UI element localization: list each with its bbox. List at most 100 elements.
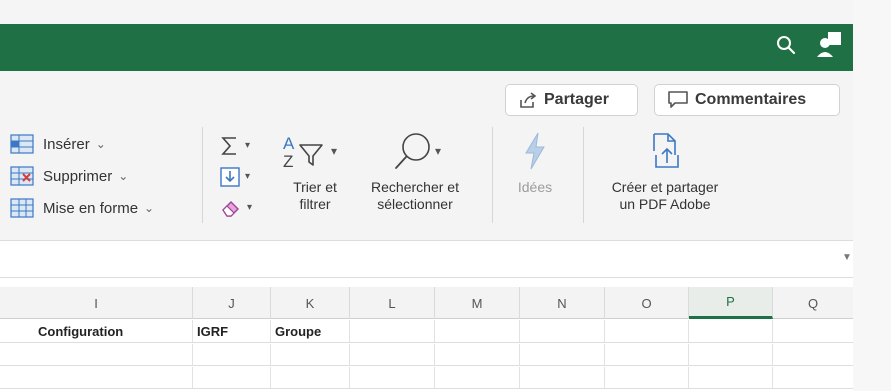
fill-button[interactable]: ▾ <box>220 165 252 188</box>
formula-bar-expand-icon[interactable]: ▼ <box>842 252 852 263</box>
clear-button[interactable]: ▾ <box>220 196 252 219</box>
cell-q[interactable] <box>773 320 853 342</box>
formula-bar[interactable] <box>0 240 853 278</box>
table-row: Configuration IGRF Groupe <box>0 320 853 343</box>
find-select-label: Rechercher et sélectionner <box>355 179 475 213</box>
delete-cells-icon <box>10 166 34 186</box>
share-button[interactable]: Partager <box>505 84 638 116</box>
insert-cells-icon <box>10 134 34 154</box>
svg-text:▾: ▾ <box>331 144 337 158</box>
cell-k[interactable] <box>271 344 350 365</box>
column-header-j[interactable]: J <box>193 287 271 319</box>
group-separator <box>202 127 203 223</box>
ideas-label: Idées <box>517 179 553 195</box>
cell-o[interactable] <box>605 344 689 365</box>
cell-k[interactable]: Groupe <box>271 320 350 342</box>
chevron-down-icon: ▾ <box>245 171 251 182</box>
chevron-down-icon: ▾ <box>247 202 253 213</box>
fill-icon <box>220 166 240 187</box>
table-row <box>0 344 853 366</box>
comments-button[interactable]: Commentaires <box>654 84 840 116</box>
cell-n[interactable] <box>520 320 605 342</box>
find-select-label-line1: Rechercher et <box>371 179 459 195</box>
cell-m[interactable] <box>435 320 520 342</box>
window-right-edge <box>853 0 891 391</box>
group-separator <box>492 127 493 223</box>
ribbon: Partager Commentaires Insérer ⌄ Supprime… <box>0 71 853 240</box>
comments-label: Commentaires <box>695 91 807 108</box>
cell-m[interactable] <box>435 367 520 388</box>
cell-i[interactable] <box>0 367 193 388</box>
chevron-down-icon: ⌄ <box>118 169 129 183</box>
cell-o[interactable] <box>605 367 689 388</box>
cell-j[interactable] <box>193 344 271 365</box>
sort-filter-label-line1: Trier et <box>293 179 337 195</box>
column-header-i[interactable]: I <box>0 287 193 319</box>
find-select-label-line2: sélectionner <box>377 196 453 212</box>
cell-q[interactable] <box>773 344 853 365</box>
cell-p[interactable] <box>689 320 773 342</box>
cell-q[interactable] <box>773 367 853 388</box>
pdf-label: Créer et partager un PDF Adobe <box>595 179 735 213</box>
share-icon <box>520 92 537 108</box>
column-header-o[interactable]: O <box>605 287 689 319</box>
cell-p[interactable] <box>689 344 773 365</box>
find-select-button[interactable]: ▾ Rechercher et sélectionner <box>355 131 475 213</box>
column-header-k[interactable]: K <box>271 287 350 319</box>
column-headers: I J K L M N O P Q <box>0 287 853 319</box>
window-top-strip <box>0 0 891 24</box>
title-bar <box>0 24 853 71</box>
cell-n[interactable] <box>520 367 605 388</box>
format-cells-button[interactable]: Mise en forme ⌄ <box>10 195 154 221</box>
cell-n[interactable] <box>520 344 605 365</box>
column-header-q[interactable]: Q <box>773 287 853 319</box>
magnifier-icon: ▾ <box>395 133 441 169</box>
cell-p[interactable] <box>689 367 773 388</box>
chevron-down-icon: ⌄ <box>95 137 106 151</box>
autosum-button[interactable]: ▾ <box>220 134 252 157</box>
cell-l[interactable] <box>350 367 435 388</box>
cell-l[interactable] <box>350 344 435 365</box>
pdf-label-line2: un PDF Adobe <box>619 196 711 212</box>
svg-text:A: A <box>283 134 295 153</box>
delete-cells-button[interactable]: Supprimer ⌄ <box>10 163 154 189</box>
svg-text:▾: ▾ <box>435 144 441 158</box>
sort-filter-button[interactable]: A Z ▾ Trier et filtrer <box>278 131 352 213</box>
search-icon[interactable] <box>775 34 797 56</box>
cell-j[interactable]: IGRF <box>193 320 271 342</box>
cell-k[interactable] <box>271 367 350 388</box>
column-header-m[interactable]: M <box>435 287 520 319</box>
eraser-icon <box>222 200 239 217</box>
insert-cells-button[interactable]: Insérer ⌄ <box>10 131 154 157</box>
autosum-icon <box>221 136 236 155</box>
create-share-pdf-button[interactable]: Créer et partager un PDF Adobe <box>595 131 735 213</box>
pdf-share-icon <box>653 133 679 168</box>
ideas-button: Idées <box>510 131 560 196</box>
cell-l[interactable] <box>350 320 435 342</box>
svg-text:Z: Z <box>283 152 293 171</box>
pdf-label-line1: Créer et partager <box>611 179 719 195</box>
share-label: Partager <box>544 91 609 108</box>
cell-i[interactable]: Configuration <box>0 320 193 342</box>
sort-filter-label: Trier et filtrer <box>278 179 352 213</box>
cell-j[interactable] <box>193 367 271 388</box>
comment-icon <box>668 91 688 108</box>
editing-tools: ▾ ▾ ▾ <box>220 134 252 227</box>
cells-group: Insérer ⌄ Supprimer ⌄ Mise en forme ⌄ <box>10 131 154 227</box>
delete-label: Supprimer <box>43 167 113 185</box>
group-separator <box>583 127 584 223</box>
cell-i[interactable] <box>0 344 193 365</box>
insert-label: Insérer <box>43 135 90 153</box>
column-header-n[interactable]: N <box>520 287 605 319</box>
format-label: Mise en forme <box>43 199 139 217</box>
column-header-p[interactable]: P <box>689 287 773 319</box>
sort-filter-icon: A Z ▾ <box>283 134 337 171</box>
account-icon[interactable] <box>815 30 843 60</box>
format-cells-icon <box>10 198 34 218</box>
cell-m[interactable] <box>435 344 520 365</box>
chevron-down-icon: ⌄ <box>144 201 155 215</box>
cell-o[interactable] <box>605 320 689 342</box>
column-header-l[interactable]: L <box>350 287 435 319</box>
sort-filter-label-line2: filtrer <box>299 196 331 212</box>
table-row <box>0 367 853 389</box>
